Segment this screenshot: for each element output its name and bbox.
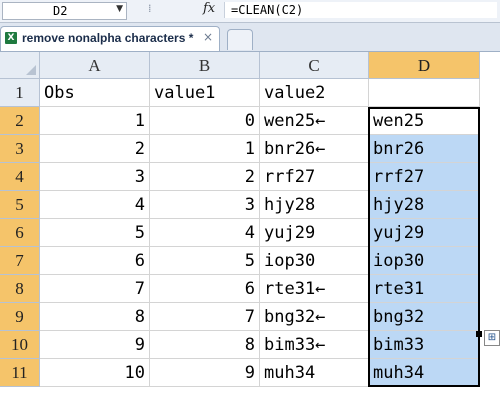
cell-d9[interactable]: bng32	[369, 303, 480, 331]
column-header-c[interactable]: C	[260, 52, 369, 79]
name-box[interactable]: D2 ▼	[2, 2, 127, 20]
cell-c9[interactable]: bng32←	[260, 303, 369, 331]
formula-bar: D2 ▼ ⁞ fx =CLEAN(C2)	[0, 0, 500, 23]
formula-bar-resize-handle[interactable]: ⁞	[148, 2, 188, 18]
close-icon[interactable]: ×	[203, 30, 213, 44]
cell-d8[interactable]: rte31	[369, 275, 480, 303]
cell-c5[interactable]: hjy28	[260, 191, 369, 219]
spreadsheet-grid: A B C D 1 Obs value1 value2 2 1 0 wen25← wen25 3 2 1 bnr…	[0, 52, 500, 402]
cell-d3[interactable]: bnr26	[369, 135, 480, 163]
cell-c1[interactable]: value2	[260, 79, 369, 107]
select-all-triangle-icon	[26, 65, 36, 75]
select-all-button[interactable]	[0, 52, 40, 79]
formula-value: =CLEAN(C2)	[231, 3, 304, 17]
cell-a11[interactable]: 10	[40, 359, 150, 387]
tab-document-title: remove nonalpha characters *	[22, 31, 194, 45]
cell-a10[interactable]: 9	[40, 331, 150, 359]
excel-icon: X	[5, 32, 17, 44]
cell-a9[interactable]: 8	[40, 303, 150, 331]
cell-d11[interactable]: muh34	[369, 359, 480, 387]
cell-a8[interactable]: 7	[40, 275, 150, 303]
row-header-3[interactable]: 3	[0, 135, 40, 163]
cell-a6[interactable]: 5	[40, 219, 150, 247]
cell-c2[interactable]: wen25←	[260, 107, 369, 135]
cell-c4[interactable]: rrf27	[260, 163, 369, 191]
cell-d2[interactable]: wen25	[369, 107, 480, 135]
chevron-down-icon[interactable]: ▼	[116, 4, 123, 14]
row-header-2[interactable]: 2	[0, 107, 40, 135]
cell-b1[interactable]: value1	[150, 79, 260, 107]
insert-function-icon[interactable]: fx	[203, 1, 215, 16]
cell-a5[interactable]: 4	[40, 191, 150, 219]
cell-c11[interactable]: muh34	[260, 359, 369, 387]
cell-d5[interactable]: hjy28	[369, 191, 480, 219]
cell-d10[interactable]: bim33	[369, 331, 480, 359]
cell-c10[interactable]: bim33←	[260, 331, 369, 359]
cell-d7[interactable]: iop30	[369, 247, 480, 275]
row-header-11[interactable]: 11	[0, 359, 40, 387]
row-header-9[interactable]: 9	[0, 303, 40, 331]
cell-b7[interactable]: 5	[150, 247, 260, 275]
cell-b11[interactable]: 9	[150, 359, 260, 387]
row-header-8[interactable]: 8	[0, 275, 40, 303]
row-header-10[interactable]: 10	[0, 331, 40, 359]
cell-c7[interactable]: iop30	[260, 247, 369, 275]
cell-b9[interactable]: 7	[150, 303, 260, 331]
column-header-a[interactable]: A	[40, 52, 150, 79]
column-header-d[interactable]: D	[369, 52, 480, 79]
tab-strip: X remove nonalpha characters * ×	[0, 23, 500, 52]
tab-document[interactable]: X remove nonalpha characters * ×	[0, 26, 220, 51]
column-header-b[interactable]: B	[150, 52, 260, 79]
cell-d1[interactable]	[369, 79, 480, 107]
row-header-4[interactable]: 4	[0, 163, 40, 191]
cell-a2[interactable]: 1	[40, 107, 150, 135]
cell-b6[interactable]: 4	[150, 219, 260, 247]
cell-b5[interactable]: 3	[150, 191, 260, 219]
row-header-6[interactable]: 6	[0, 219, 40, 247]
cell-a7[interactable]: 6	[40, 247, 150, 275]
row-header-1[interactable]: 1	[0, 79, 40, 107]
name-box-value: D2	[53, 4, 68, 18]
row-header-5[interactable]: 5	[0, 191, 40, 219]
fill-handle[interactable]	[476, 331, 482, 337]
cell-d4[interactable]: rrf27	[369, 163, 480, 191]
cell-d6[interactable]: yuj29	[369, 219, 480, 247]
cell-b2[interactable]: 0	[150, 107, 260, 135]
formula-input[interactable]: =CLEAN(C2)	[224, 2, 497, 18]
new-tab-button[interactable]	[227, 29, 253, 50]
cell-b10[interactable]: 8	[150, 331, 260, 359]
paste-options-icon[interactable]: ⊞	[484, 330, 500, 346]
cell-a3[interactable]: 2	[40, 135, 150, 163]
row-header-7[interactable]: 7	[0, 247, 40, 275]
cell-b3[interactable]: 1	[150, 135, 260, 163]
cell-c3[interactable]: bnr26←	[260, 135, 369, 163]
cell-b8[interactable]: 6	[150, 275, 260, 303]
cell-a4[interactable]: 3	[40, 163, 150, 191]
cell-a1[interactable]: Obs	[40, 79, 150, 107]
cell-c8[interactable]: rte31←	[260, 275, 369, 303]
cell-b4[interactable]: 2	[150, 163, 260, 191]
cell-c6[interactable]: yuj29	[260, 219, 369, 247]
